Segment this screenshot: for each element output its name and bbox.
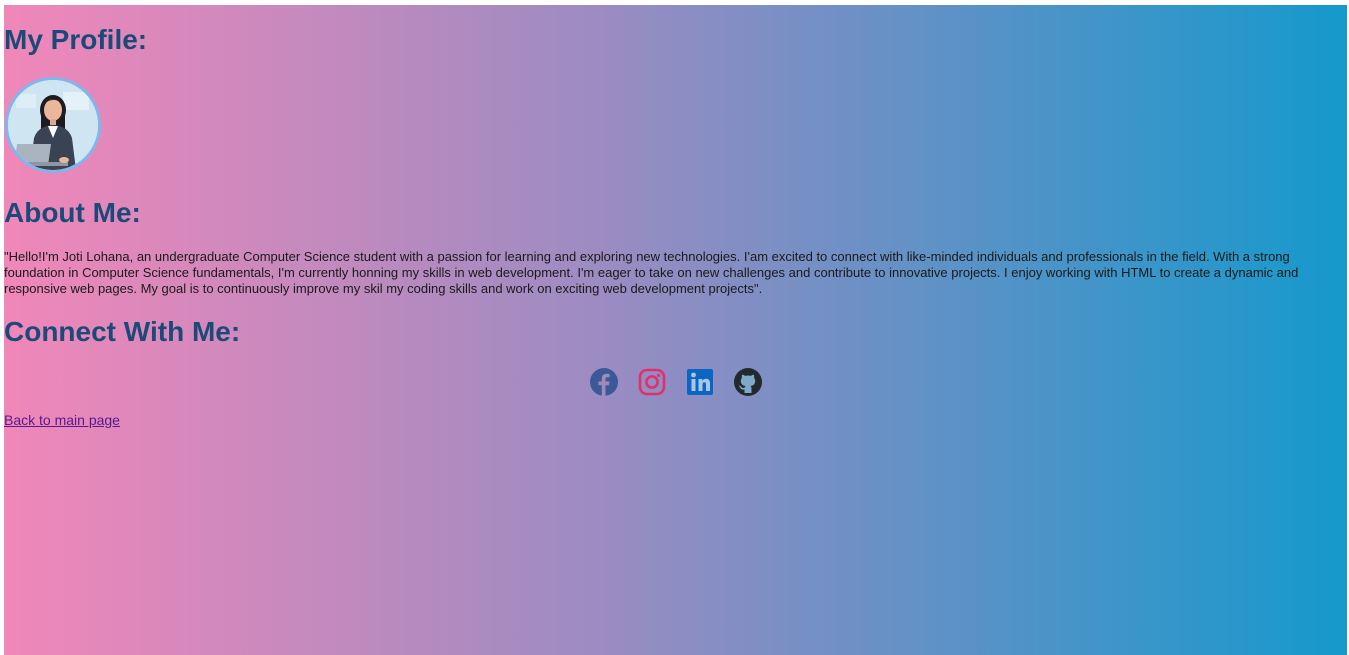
woman-with-laptop-avatar-icon bbox=[8, 80, 98, 170]
facebook-link[interactable] bbox=[588, 366, 620, 398]
about-paragraph: "Hello!I'm Joti Lohana, an undergraduate… bbox=[4, 249, 1299, 296]
linkedin-icon bbox=[686, 369, 713, 395]
facebook-icon bbox=[589, 368, 618, 396]
instagram-icon bbox=[638, 368, 665, 396]
about-heading: About Me: bbox=[4, 197, 141, 228]
instagram-link[interactable] bbox=[636, 366, 668, 398]
social-links bbox=[4, 366, 1347, 398]
linkedin-link[interactable] bbox=[684, 366, 716, 398]
connect-heading: Connect With Me: bbox=[4, 316, 241, 347]
github-icon bbox=[733, 368, 762, 396]
profile-avatar bbox=[5, 77, 101, 173]
github-link[interactable] bbox=[732, 366, 764, 398]
profile-heading: My Profile: bbox=[4, 24, 148, 55]
back-to-main-link[interactable]: Back to main page bbox=[4, 412, 120, 428]
profile-page: My Profile: About Me: "Hello!I'm Joti Lo… bbox=[4, 5, 1347, 655]
